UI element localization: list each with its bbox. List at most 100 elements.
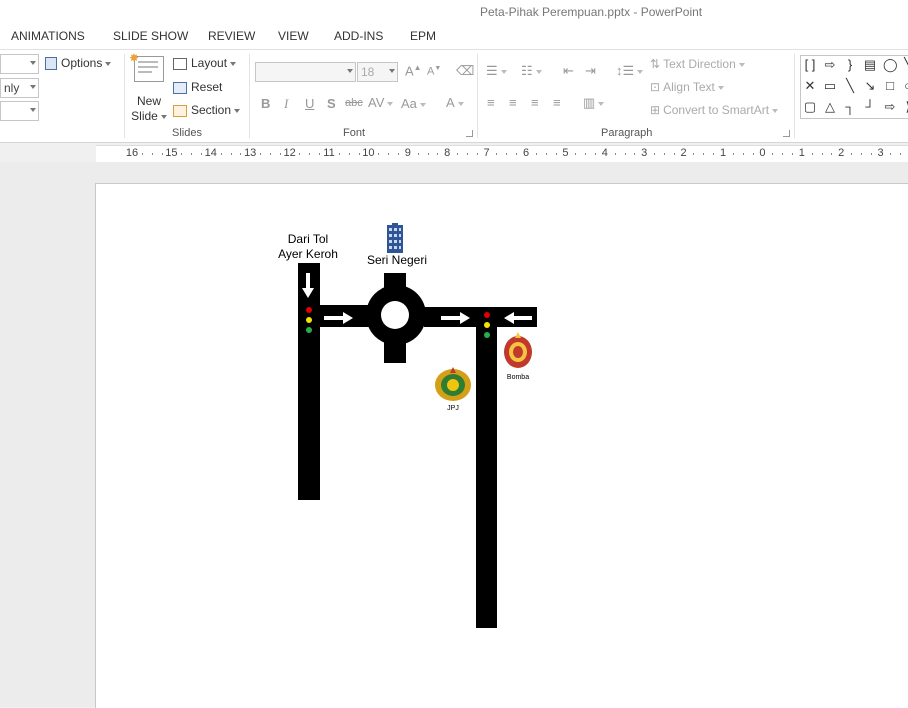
- reset-button[interactable]: Reset: [173, 80, 222, 94]
- bullets-icon[interactable]: ☰: [486, 63, 507, 79]
- new-slide-button[interactable]: ✸ New Slide: [129, 51, 167, 123]
- ruler-tick: [151, 153, 153, 155]
- left-combo-2[interactable]: nly: [0, 78, 39, 98]
- ruler-tick: [900, 153, 902, 155]
- ruler-tick: [181, 153, 183, 155]
- shape-brace-icon[interactable]: }: [843, 58, 857, 71]
- ruler-tick: [624, 153, 626, 155]
- section-label: Section: [191, 103, 232, 117]
- ruler-tick: [782, 153, 784, 155]
- shape-x-icon[interactable]: ✕: [803, 79, 817, 92]
- options-button[interactable]: Options: [45, 56, 112, 71]
- shape-textbox-icon[interactable]: ▤: [863, 58, 877, 71]
- shape-arrow-right-icon[interactable]: ⇨: [823, 58, 837, 71]
- tab-add-ins[interactable]: ADD-INS: [334, 29, 383, 43]
- ruler-tick: [309, 153, 311, 155]
- align-text-button[interactable]: ⊡ Align Text: [650, 80, 724, 94]
- justify-icon[interactable]: ≡: [553, 95, 561, 110]
- traffic-light-left-icon: [303, 305, 315, 337]
- change-case-button[interactable]: Aa: [401, 96, 426, 111]
- shrink-font-icon[interactable]: A▼: [427, 65, 441, 78]
- ruler-tick: [437, 153, 439, 155]
- ruler-tick: [831, 153, 833, 155]
- text-direction-button[interactable]: ⇅ Text Direction: [650, 57, 745, 71]
- align-right-icon[interactable]: ≡: [531, 95, 539, 110]
- smartart-icon: ⊞: [650, 103, 661, 117]
- columns-icon[interactable]: ▥: [583, 95, 605, 111]
- align-left-icon[interactable]: ≡: [487, 95, 495, 110]
- arrow-left-icon: [504, 312, 532, 324]
- tab-epm[interactable]: EPM: [410, 29, 436, 43]
- shadow-button[interactable]: S: [327, 96, 336, 111]
- ruler-number: 5: [562, 147, 569, 159]
- ruler-number: 9: [404, 147, 411, 159]
- paragraph-dialog-launcher[interactable]: [783, 130, 790, 137]
- font-color-button[interactable]: A: [446, 95, 464, 110]
- shape-arrow-line-icon[interactable]: ↘: [863, 79, 877, 92]
- ruler-tick: [673, 153, 675, 155]
- shape-triangle-icon[interactable]: △: [823, 100, 837, 113]
- ruler-tick: [594, 153, 596, 155]
- shape-line-icon[interactable]: ╲: [901, 58, 908, 71]
- font-family-combo[interactable]: [255, 62, 356, 82]
- reset-icon: [173, 81, 187, 94]
- tab-review[interactable]: REVIEW: [208, 29, 255, 43]
- shape-elbow-connector-icon[interactable]: ┐: [843, 100, 857, 113]
- shape-text-box-icon[interactable]: ▭: [823, 79, 837, 92]
- char-spacing-button[interactable]: AV: [368, 95, 394, 110]
- ribbon-tabs: ANIMATIONS SLIDE SHOW REVIEW VIEW ADD-IN…: [0, 24, 908, 49]
- tab-animations[interactable]: ANIMATIONS: [11, 29, 85, 43]
- options-label: Options: [61, 56, 103, 70]
- tab-slide-show[interactable]: SLIDE SHOW: [113, 29, 188, 43]
- ruler-tick: [870, 153, 872, 155]
- shape-rectangle-icon[interactable]: □: [883, 79, 897, 92]
- strikethrough-button[interactable]: abc: [345, 97, 363, 109]
- align-center-icon[interactable]: ≡: [509, 95, 517, 110]
- shape-rounded-rect-icon[interactable]: ▢: [803, 100, 817, 113]
- clear-format-icon[interactable]: ⌫: [456, 63, 474, 79]
- roundabout-center: [381, 301, 409, 329]
- shape-chevron-icon[interactable]: ⟩: [901, 100, 908, 113]
- ruler-tick: [358, 153, 360, 155]
- ruler-number: 12: [283, 147, 296, 159]
- jpj-logo-icon: [435, 367, 471, 401]
- tab-view[interactable]: VIEW: [278, 29, 309, 43]
- bold-button[interactable]: B: [261, 96, 270, 111]
- label-from-toll: Dari Tol Ayer Keroh: [268, 232, 348, 262]
- increase-indent-icon[interactable]: ⇥: [585, 63, 596, 79]
- road-right-vertical[interactable]: [476, 307, 497, 628]
- grow-font-icon[interactable]: A▲: [405, 63, 422, 78]
- font-dialog-launcher[interactable]: [466, 130, 473, 137]
- line-spacing-icon[interactable]: ↕☰: [616, 63, 644, 79]
- decrease-indent-icon[interactable]: ⇤: [563, 63, 574, 79]
- shape-oval-icon[interactable]: ○: [901, 79, 908, 92]
- left-combo-1[interactable]: [0, 54, 39, 74]
- label-from-toll-line1: Dari Tol: [287, 232, 329, 246]
- ruler-tick: [476, 153, 478, 155]
- shape-callout-icon[interactable]: ◯: [883, 58, 898, 71]
- arrow-right-icon: [441, 312, 470, 324]
- arrow-right-icon: [324, 312, 353, 324]
- horizontal-ruler[interactable]: 16 15 14 13 12 11 10 9 8 7 6 5 4 3 2 1 0 1 2 3: [96, 145, 908, 163]
- ruler-tick: [269, 153, 271, 155]
- layout-label: Layout: [191, 56, 228, 70]
- convert-smartart-button[interactable]: ⊞ Convert to SmartArt: [650, 103, 779, 117]
- shape-block-arrow-icon[interactable]: ⇨: [883, 100, 897, 113]
- section-button[interactable]: Section: [173, 103, 241, 117]
- ruler-tick: [191, 153, 193, 155]
- layout-button[interactable]: Layout: [173, 56, 237, 70]
- font-size-combo[interactable]: 18: [357, 62, 398, 82]
- underline-button[interactable]: U: [305, 96, 314, 111]
- italic-button[interactable]: I: [284, 96, 288, 112]
- shape-diagonal-line-icon[interactable]: ╲: [843, 79, 857, 92]
- slide[interactable]: JPJ Bomba Dari Tol Ayer Keroh Seri Neger…: [95, 183, 908, 708]
- ruler-number: 2: [838, 147, 845, 159]
- ruler-tick: [535, 153, 537, 155]
- shape-brackets-icon[interactable]: [ ]: [803, 58, 817, 71]
- ruler-tick: [506, 153, 508, 155]
- numbering-icon[interactable]: ☷: [521, 63, 542, 79]
- ruler-tick: [378, 153, 380, 155]
- shape-elbow-arrow-icon[interactable]: ┘: [863, 100, 877, 113]
- jpj-label: JPJ: [447, 405, 459, 412]
- left-combo-3[interactable]: [0, 101, 39, 121]
